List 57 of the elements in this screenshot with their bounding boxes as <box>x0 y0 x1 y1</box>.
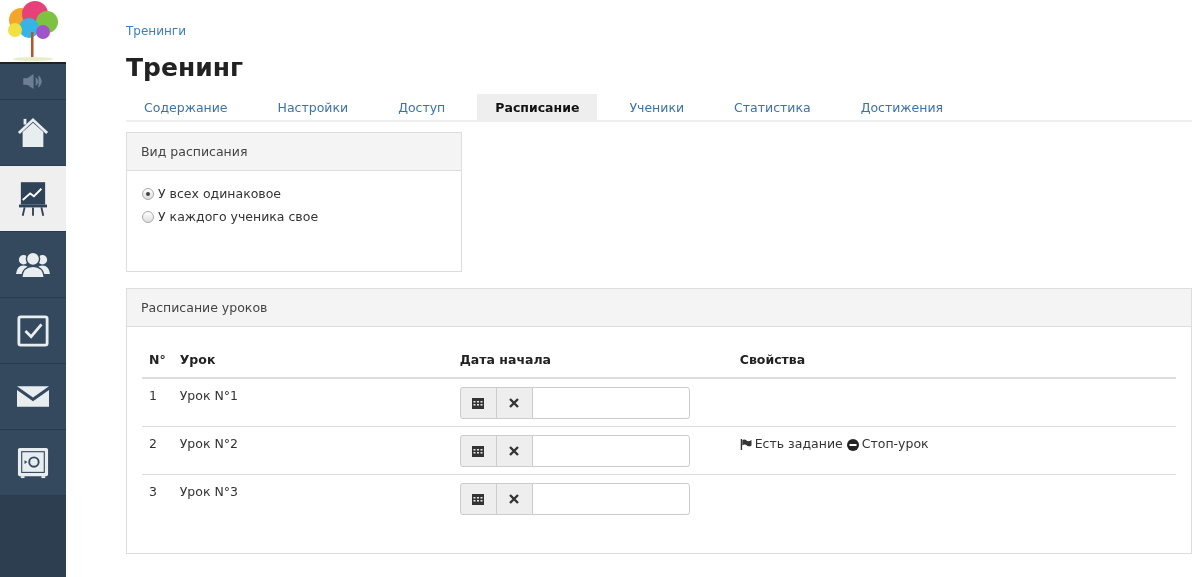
tab[interactable]: Доступ <box>380 94 464 120</box>
breadcrumb-link[interactable]: Тренинги <box>126 24 186 38</box>
tab[interactable]: Достижения <box>842 94 962 120</box>
clear-button[interactable] <box>495 435 533 467</box>
sidebar-item[interactable] <box>0 364 66 430</box>
column-header: Дата начала <box>452 342 733 378</box>
calendar-icon <box>472 445 485 457</box>
minus-circle-icon <box>846 438 859 451</box>
sidebar-item[interactable] <box>0 100 66 166</box>
sidebar-item[interactable] <box>0 430 66 496</box>
tab[interactable]: Содержание <box>126 94 246 120</box>
calendar-button[interactable] <box>459 435 497 467</box>
people-icon <box>16 251 50 278</box>
flag-icon <box>739 439 752 450</box>
column-header: Урок <box>172 342 453 378</box>
calendar-icon <box>472 493 485 505</box>
close-icon <box>509 446 520 456</box>
close-icon <box>509 494 520 504</box>
safe-icon <box>17 446 49 479</box>
tab[interactable]: Ученики <box>611 94 703 120</box>
table-cell: Урок N°2 <box>172 426 453 475</box>
date-field[interactable] <box>531 387 690 419</box>
calendar-button[interactable] <box>459 387 497 419</box>
property-label: Стоп-урок <box>861 436 929 451</box>
column-header: N° <box>142 342 173 378</box>
table-cell: 3 <box>142 474 173 522</box>
table-cell: Урок N°3 <box>172 474 453 522</box>
panel-title: Расписание уроков <box>127 289 1191 327</box>
sidebar-item[interactable] <box>0 232 66 298</box>
date-field[interactable] <box>531 435 690 467</box>
column-header: Свойства <box>732 342 1176 378</box>
table-cell: Урок N°1 <box>172 378 453 427</box>
sidebar-item[interactable] <box>0 298 66 364</box>
tab[interactable]: Расписание <box>477 94 598 120</box>
envelope-icon <box>17 386 49 407</box>
property-label: Есть задание <box>754 436 843 451</box>
tab[interactable]: Настройки <box>259 94 367 120</box>
sidebar-item[interactable] <box>0 166 66 232</box>
radio-button[interactable] <box>142 187 154 200</box>
close-icon <box>509 398 520 408</box>
house-icon <box>16 116 50 149</box>
clear-button[interactable] <box>495 483 533 515</box>
chart-easel-icon <box>19 180 47 217</box>
radio-label[interactable]: У каждого ученика свое <box>158 209 319 224</box>
page-title: Тренинг <box>126 52 244 84</box>
date-field[interactable] <box>531 483 690 515</box>
radio-label[interactable]: У всех одинаковое <box>158 186 282 201</box>
panel-title: Вид расписания <box>127 133 461 171</box>
checkbox-icon <box>17 314 49 347</box>
tab[interactable]: Статистика <box>716 94 829 120</box>
radio-button[interactable] <box>142 210 154 223</box>
calendar-icon <box>472 397 485 409</box>
calendar-button[interactable] <box>459 483 497 515</box>
speaker-icon <box>22 74 44 89</box>
table-cell: 1 <box>142 378 173 427</box>
table-cell: 2 <box>142 426 173 475</box>
clear-button[interactable] <box>495 387 533 419</box>
